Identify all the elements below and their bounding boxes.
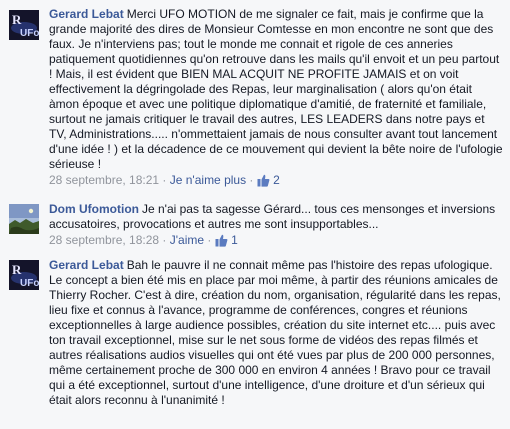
avatar[interactable]: R UFo [9, 260, 39, 290]
timestamp[interactable]: 28 septembre, 18:28 [49, 233, 159, 247]
like-link[interactable]: J'aime [170, 233, 204, 247]
unlike-link[interactable]: Je n'aime plus [170, 173, 246, 187]
comment-text: Gerard Lebat Merci UFO MOTION de me signa… [49, 7, 504, 172]
svg-text:R: R [12, 12, 22, 27]
ufo-avatar-icon: R UFo [9, 10, 39, 40]
comment: R UFo Gerard Lebat Bah le pauvre il ne co… [0, 254, 510, 429]
avatar[interactable]: R UFo [9, 10, 39, 40]
comment-message: Bah le pauvre il ne connait même pas l'h… [49, 258, 501, 407]
author-link[interactable]: Gerard Lebat [49, 7, 124, 21]
comment-text: Gerard Lebat Bah le pauvre il ne connait … [49, 258, 504, 408]
like-count[interactable]: 2 [257, 173, 280, 187]
like-count-value: 2 [273, 173, 280, 187]
svg-text:R: R [12, 262, 22, 277]
thumbs-up-icon [257, 174, 270, 187]
svg-text:UFo: UFo [20, 278, 39, 289]
like-count-value: 1 [231, 233, 238, 247]
comment: Dom Ufomotion Je n'ai pas ta sagesse Géra… [0, 198, 510, 250]
landscape-avatar-icon [9, 204, 39, 234]
svg-text:UFo: UFo [20, 28, 39, 39]
comment-message: Merci UFO MOTION de me signaler ce fait,… [49, 7, 503, 171]
comment-text: Dom Ufomotion Je n'ai pas ta sagesse Géra… [49, 202, 504, 232]
author-link[interactable]: Gerard Lebat [49, 258, 124, 272]
thumbs-up-icon [215, 234, 228, 247]
author-link[interactable]: Dom Ufomotion [49, 202, 139, 216]
avatar[interactable] [9, 204, 39, 234]
like-count[interactable]: 1 [215, 233, 238, 247]
ufo-avatar-icon: R UFo [9, 260, 39, 290]
comment: R UFo Gerard Lebat Merci UFO MOTION de me… [0, 0, 510, 200]
comment-meta: 28 septembre, 18:28 · J'aime · 1 [49, 233, 238, 247]
timestamp[interactable]: 28 septembre, 18:21 [49, 173, 159, 187]
comment-meta: 28 septembre, 18:21 · Je n'aime plus · 2 [49, 173, 280, 187]
